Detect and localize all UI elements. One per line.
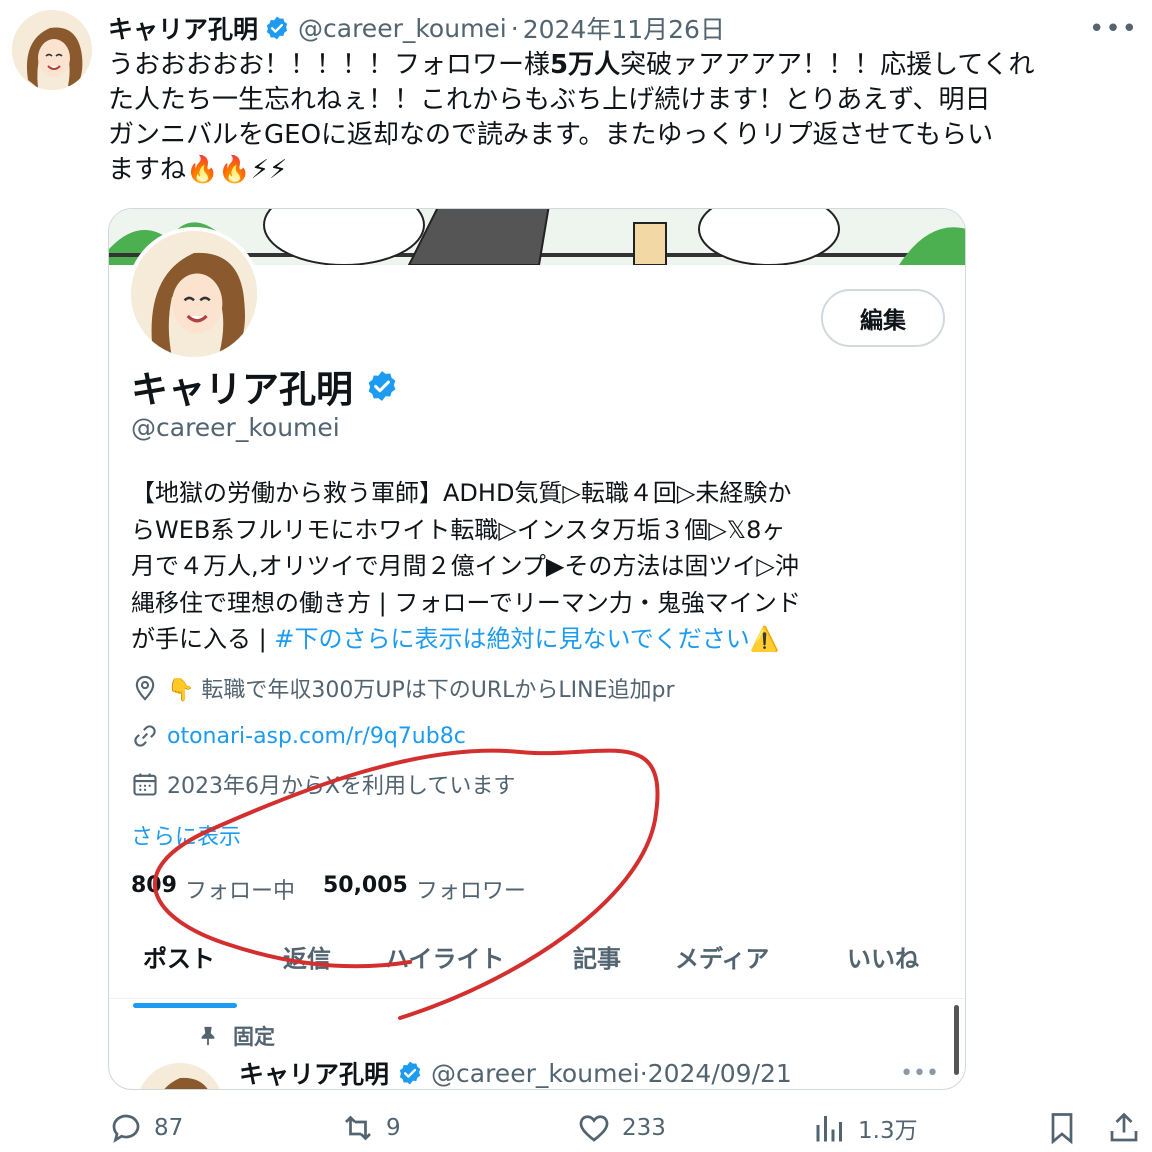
more-options-icon[interactable]: ••• xyxy=(1089,14,1138,44)
header-separator: · xyxy=(510,13,519,43)
followers-label[interactable]: フォロワー xyxy=(416,873,526,905)
profile-joined: 2023年6月からXを利用しています xyxy=(131,769,515,799)
bookmark-icon xyxy=(1051,1113,1073,1145)
tweet-actions: 87 9 233 1.3万 xyxy=(0,1108,1152,1152)
like-button[interactable]: 233 xyxy=(576,1110,666,1146)
tab-replies[interactable]: 返信 xyxy=(283,939,331,974)
tweet-header: キャリア孔明 @career_koumei · 2024年11月26日 xyxy=(108,10,725,46)
profile-avatar[interactable] xyxy=(127,227,261,361)
following-label[interactable]: フォロー中 xyxy=(185,873,295,905)
tweet-text-line: ますね🔥🔥⚡⚡ xyxy=(108,155,288,185)
followers-count[interactable]: 50,005 xyxy=(323,873,408,905)
author-handle[interactable]: @career_koumei xyxy=(298,14,507,43)
profile-bio: 【地獄の労働から救う軍師】ADHD気質▷転職４回▷未経験か らWEB系フルリモに… xyxy=(131,475,951,658)
follow-stats: 809 フォロー中 50,005 フォロワー xyxy=(131,873,554,905)
tab-articles[interactable]: 記事 xyxy=(573,939,621,974)
link-icon xyxy=(134,725,156,747)
verified-badge-icon[interactable] xyxy=(397,1060,423,1086)
reply-icon xyxy=(112,1114,140,1143)
warning-emoji: ⚠️ xyxy=(749,625,780,653)
edit-profile-button[interactable]: 編集 xyxy=(821,289,945,347)
pinned-author-name[interactable]: キャリア孔明 xyxy=(239,1055,389,1089)
tweet-text-line: た人たち一生忘れねぇ！！これからもぶち上げ続けます！とりあえず、明日 xyxy=(108,85,991,115)
avatar-illustration xyxy=(12,10,92,90)
views-chart-icon xyxy=(816,1116,842,1142)
reply-button[interactable]: 87 xyxy=(108,1110,183,1146)
bio-line: 【地獄の労働から救う軍師】ADHD気質▷転職４回▷未経験か xyxy=(131,479,792,507)
pinned-post-avatar[interactable] xyxy=(137,1063,223,1089)
profile-url: otonari-asp.com/r/9q7ub8c xyxy=(131,721,466,751)
pin-icon xyxy=(201,1026,215,1046)
bio-line: 縄移住で理想の働き方 | フォローでリーマン力・鬼強マインド xyxy=(131,588,801,617)
repost-icon xyxy=(345,1115,371,1141)
show-more-link[interactable]: さらに表示 xyxy=(131,819,241,851)
tweet-text-line: うおおおおお！！！！！フォロワー様5万人突破ァアアアア！！！応援してくれ xyxy=(108,50,1035,80)
author-name[interactable]: キャリア孔明 xyxy=(108,10,258,46)
tweet-date[interactable]: 2024年11月26日 xyxy=(523,10,725,46)
calendar-icon xyxy=(133,773,157,796)
following-count[interactable]: 809 xyxy=(131,873,177,905)
view-count: 1.3万 xyxy=(858,1118,918,1144)
tweet-text: うおおおおお！！！！！フォロワー様5万人突破ァアアアア！！！応援してくれ た人た… xyxy=(108,48,1144,188)
scrollbar[interactable] xyxy=(954,1005,959,1075)
active-tab-indicator xyxy=(133,1003,237,1008)
profile-display-name: キャリア孔明 xyxy=(131,368,353,411)
profile-tabs: ポスト 返信 ハイライト 記事 メディア いいね xyxy=(109,921,965,1008)
attached-image[interactable]: 編集 キャリア孔明 @career_koumei 【地獄の労働から救う軍師】AD… xyxy=(108,208,966,1090)
pinned-more-icon[interactable]: ••• xyxy=(900,1061,939,1086)
repost-count: 9 xyxy=(386,1115,401,1141)
repost-button[interactable]: 9 xyxy=(340,1110,401,1146)
bio-hashtag-link[interactable]: #下のさらに表示は絶対に見ないでください xyxy=(274,625,749,653)
verified-badge-icon[interactable] xyxy=(365,369,399,403)
pinned-post-header: キャリア孔明 @career_koumei ·2024/09/21 xyxy=(239,1055,792,1090)
profile-location: 👇 転職で年収300万UPは下のURLからLINE追加pr xyxy=(131,673,675,703)
bio-line: 月で４万人,オリツイで月間２億インプ▶その方法は固ツイ▷沖 xyxy=(131,552,799,580)
fire-lightning-emoji: 🔥🔥⚡⚡ xyxy=(186,155,288,185)
bio-line: が手に入る | #下のさらに表示は絶対に見ないでください⚠️ xyxy=(131,625,780,653)
tweet-text-line: ガンニバルをGEOに返却なので読みます。またゆっくりリプ返させてもらい xyxy=(108,120,994,150)
heart-icon xyxy=(579,1115,609,1142)
author-avatar[interactable] xyxy=(12,10,92,90)
pinned-author-handle[interactable]: @career_koumei xyxy=(431,1059,640,1088)
bookmark-button[interactable] xyxy=(1044,1110,1090,1146)
pinned-indicator: 固定 xyxy=(197,1021,275,1051)
tab-posts[interactable]: ポスト xyxy=(143,939,215,974)
profile-url-link[interactable]: otonari-asp.com/r/9q7ub8c xyxy=(167,724,466,749)
location-pin-icon xyxy=(135,675,155,701)
tab-media[interactable]: メディア xyxy=(675,939,769,974)
profile-handle: @career_koumei xyxy=(131,413,340,442)
tab-highlights[interactable]: ハイライト xyxy=(385,939,505,974)
share-icon xyxy=(1110,1112,1138,1142)
verified-badge-icon[interactable] xyxy=(264,15,290,41)
pinned-post-date[interactable]: ·2024/09/21 xyxy=(640,1059,792,1088)
bio-line: らWEB系フルリモにホワイト転職▷インスタ万垢３個▷𝕏8ヶ xyxy=(131,515,786,544)
share-button[interactable] xyxy=(1106,1110,1152,1146)
views-button[interactable]: 1.3万 xyxy=(812,1110,918,1146)
tab-likes[interactable]: いいね xyxy=(847,939,919,974)
reply-count: 87 xyxy=(154,1115,184,1141)
profile-name: キャリア孔明 xyxy=(131,359,407,413)
like-count: 233 xyxy=(622,1115,666,1141)
